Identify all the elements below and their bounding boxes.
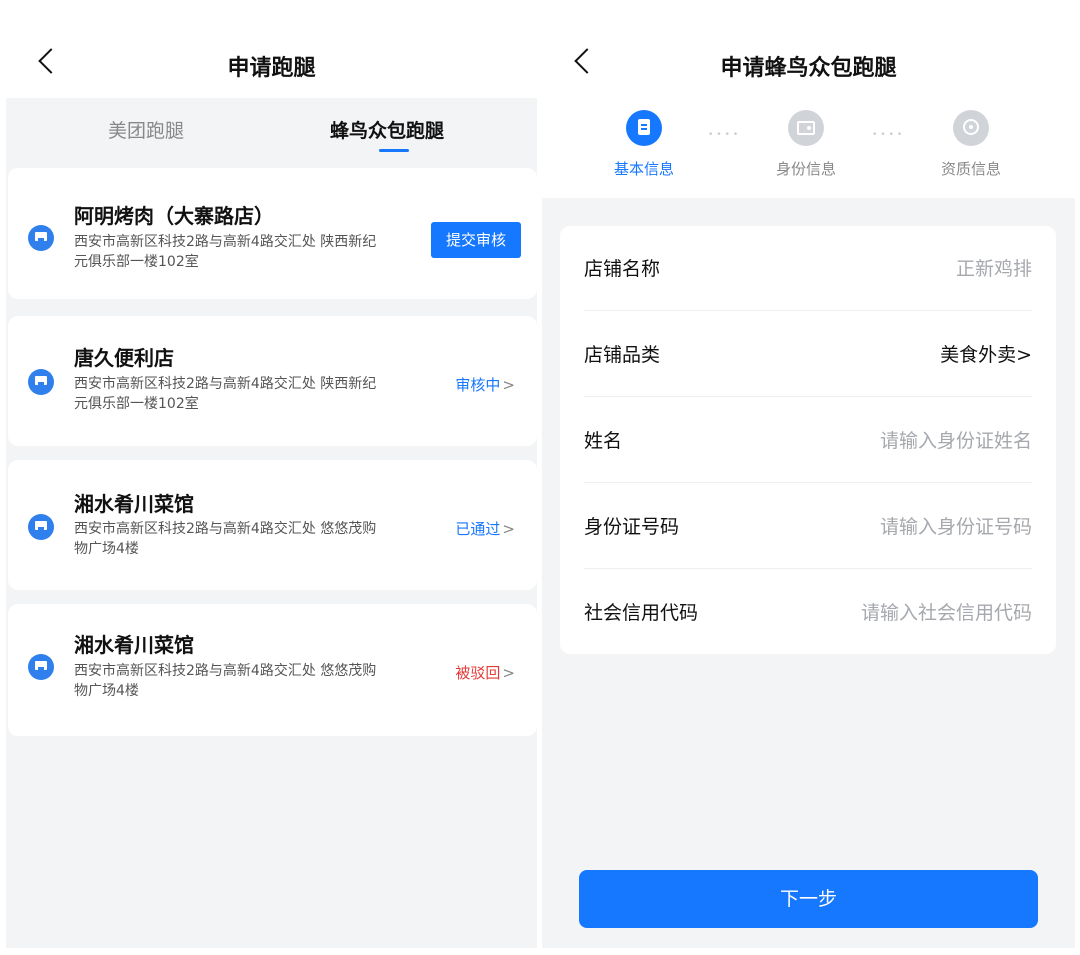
store-name-row[interactable]: 店铺名称 正新鸡排 [584,226,1032,311]
address-line: 物广场4楼 [74,683,139,699]
store-name: 阿明烤肉（大寨路店） [74,204,274,228]
step-basic-info: 基本信息 [604,110,684,179]
name-row[interactable]: 姓名 请输入身份证姓名 [584,398,1032,483]
step-connector: •••• [872,130,906,140]
submit-review-button[interactable]: 提交审核 [431,222,521,258]
certificate-icon [953,110,989,146]
top-bar: 申请跑腿 [6,0,537,98]
status-badge[interactable]: 已通过 > [455,518,515,539]
status-text: 审核中 [455,376,501,394]
tab-fengniao[interactable]: 蜂鸟众包跑腿 [330,116,444,143]
chevron-right-icon: > [502,664,515,682]
store-list-screen: 申请跑腿 美团跑腿 蜂鸟众包跑腿 阿明烤肉（大寨路店） 西安市高新区科技2路与高… [6,0,537,948]
address-line: 西安市高新区科技2路与高新4路交汇处 陕西新纪 [74,376,377,392]
step-connector: •••• [708,130,742,140]
tab-meituan[interactable]: 美团跑腿 [108,116,184,143]
tab-bar: 美团跑腿 蜂鸟众包跑腿 [6,98,537,166]
address-line: 元俱乐部一楼102室 [74,254,199,270]
address-line: 物广场4楼 [74,541,139,557]
step-indicator: 基本信息 •••• 身份信息 •••• 资质信息 [542,98,1075,198]
divider [584,482,1032,483]
field-label: 店铺品类 [584,344,661,366]
store-icon [28,369,54,395]
step-label: 资质信息 [940,160,1001,178]
status-text: 已通过 [455,520,501,538]
name-input[interactable]: 请输入身份证姓名 [880,426,1032,453]
tab-active-indicator [379,149,409,152]
address-line: 元俱乐部一楼102室 [74,396,199,412]
address-line: 西安市高新区科技2路与高新4路交汇处 悠悠茂购 [74,521,377,537]
store-address: 西安市高新区科技2路与高新4路交汇处 陕西新纪 元俱乐部一楼102室 [74,232,414,272]
store-category-row[interactable]: 店铺品类 美食外卖> [584,312,1032,397]
basic-info-form: 店铺名称 正新鸡排 店铺品类 美食外卖> 姓名 请输入身份证姓名 身份证号码 请… [560,226,1056,654]
step-label: 基本信息 [613,160,674,178]
store-name: 湘水肴川菜馆 [74,633,194,657]
store-name: 湘水肴川菜馆 [74,492,194,516]
chevron-right-icon: > [502,520,515,538]
divider [584,568,1032,569]
id-number-row[interactable]: 身份证号码 请输入身份证号码 [584,484,1032,569]
field-label: 身份证号码 [584,516,680,538]
document-icon [626,110,662,146]
step-identity-info: 身份信息 [766,110,846,179]
address-line: 西安市高新区科技2路与高新4路交汇处 悠悠茂购 [74,663,377,679]
store-card[interactable]: 湘水肴川菜馆 西安市高新区科技2路与高新4路交汇处 悠悠茂购 物广场4楼 已通过… [8,460,537,590]
divider [584,310,1032,311]
field-label: 店铺名称 [584,258,661,280]
page-title: 申请蜂鸟众包跑腿 [720,56,897,81]
step-label: 身份信息 [775,160,836,178]
step-qualification-info: 资质信息 [931,110,1011,179]
store-icon [28,514,54,540]
status-badge[interactable]: 审核中 > [455,374,515,395]
store-card[interactable]: 阿明烤肉（大寨路店） 西安市高新区科技2路与高新4路交汇处 陕西新纪 元俱乐部一… [8,168,537,299]
credit-code-input[interactable]: 请输入社会信用代码 [861,598,1032,625]
id-card-icon [788,110,824,146]
store-card[interactable]: 唐久便利店 西安市高新区科技2路与高新4路交汇处 陕西新纪 元俱乐部一楼102室… [8,316,537,446]
status-badge[interactable]: 被驳回 > [455,662,515,683]
field-label: 社会信用代码 [584,602,699,624]
store-name: 唐久便利店 [74,346,174,370]
store-address: 西安市高新区科技2路与高新4路交汇处 悠悠茂购 物广场4楼 [74,519,414,559]
store-address: 西安市高新区科技2路与高新4路交汇处 悠悠茂购 物广场4楼 [74,661,414,701]
status-text: 被驳回 [455,664,501,682]
store-address: 西安市高新区科技2路与高新4路交汇处 陕西新纪 元俱乐部一楼102室 [74,374,414,414]
next-step-button[interactable]: 下一步 [579,870,1038,928]
field-label: 姓名 [584,430,623,452]
store-card[interactable]: 湘水肴川菜馆 西安市高新区科技2路与高新4路交汇处 悠悠茂购 物广场4楼 被驳回… [8,604,537,736]
id-number-input[interactable]: 请输入身份证号码 [880,512,1032,539]
top-bar: 申请蜂鸟众包跑腿 [542,0,1075,98]
address-line: 西安市高新区科技2路与高新4路交汇处 陕西新纪 [74,234,377,250]
page-title: 申请跑腿 [227,56,316,81]
store-icon [28,225,54,251]
credit-code-row[interactable]: 社会信用代码 请输入社会信用代码 [584,570,1032,655]
apply-form-screen: 申请蜂鸟众包跑腿 基本信息 •••• 身份信息 •••• 资质信息 店铺名称 正… [542,0,1075,948]
store-category-select[interactable]: 美食外卖> [940,340,1032,367]
divider [584,396,1032,397]
store-icon [28,654,54,680]
store-name-field[interactable]: 正新鸡排 [956,254,1032,281]
chevron-right-icon: > [502,376,515,394]
